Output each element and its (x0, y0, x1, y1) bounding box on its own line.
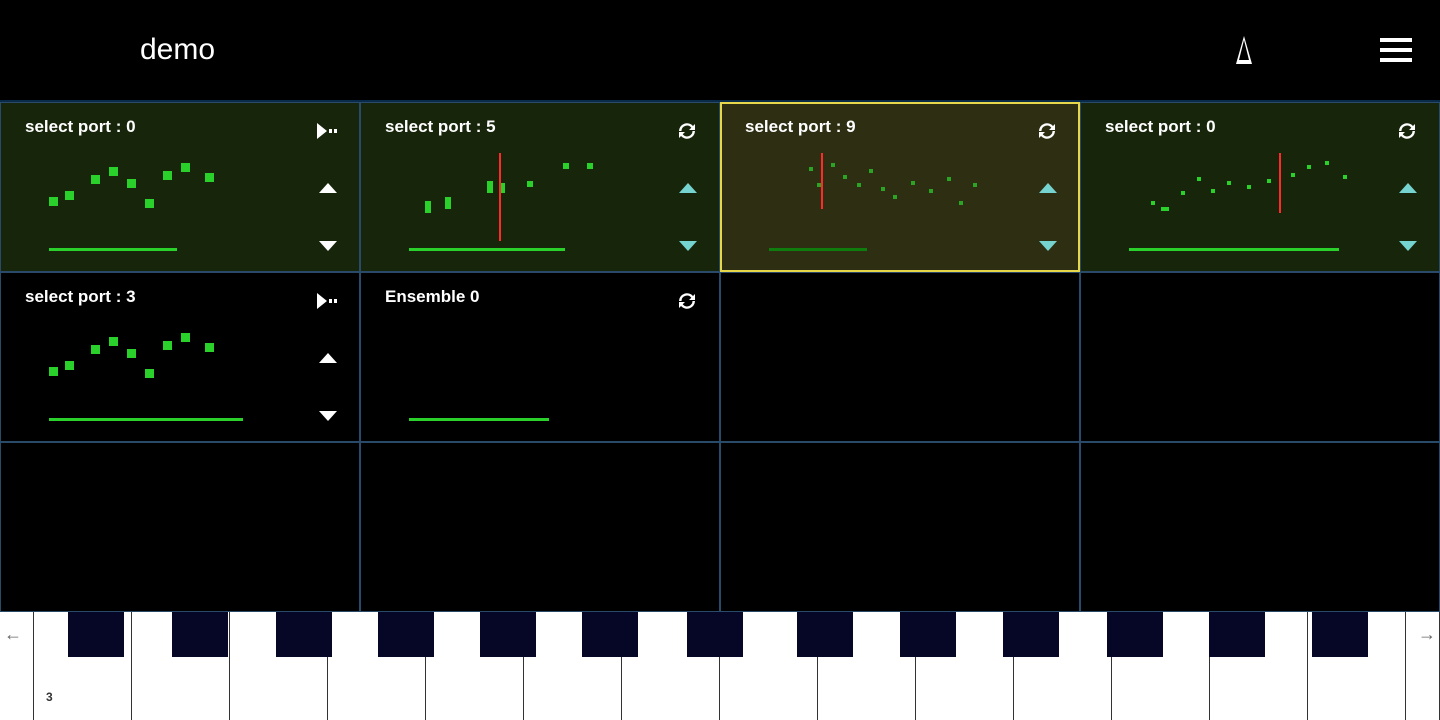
project-title[interactable]: demo (140, 33, 215, 67)
note-preview (401, 153, 659, 241)
track-cell-empty[interactable] (1080, 442, 1440, 612)
track-cell-empty[interactable] (720, 442, 1080, 612)
sync-icon[interactable] (675, 289, 699, 313)
track-label: select port : 0 (25, 117, 136, 137)
track-label: select port : 3 (25, 287, 136, 307)
track-cell-empty[interactable] (360, 442, 720, 612)
track-label: select port : 9 (745, 117, 856, 137)
playhead (1279, 153, 1281, 213)
note-preview (761, 153, 1019, 241)
transpose-down-button[interactable] (1399, 241, 1417, 251)
transpose-up-button[interactable] (319, 183, 337, 193)
progress-bar (769, 248, 867, 251)
progress-bar (49, 248, 177, 251)
black-keys[interactable] (0, 612, 1440, 657)
header-actions (1228, 34, 1412, 66)
play-pattern-icon[interactable] (315, 119, 339, 143)
play-pattern-icon[interactable] (315, 289, 339, 313)
progress-bar (49, 418, 243, 421)
transpose-down-button[interactable] (1039, 241, 1057, 251)
transpose-up-button[interactable] (319, 353, 337, 363)
sync-icon[interactable] (1035, 119, 1059, 143)
track-cell-4[interactable]: select port : 3 (0, 272, 360, 442)
note-preview (1121, 153, 1379, 241)
note-preview (41, 323, 299, 411)
track-label: select port : 5 (385, 117, 496, 137)
track-cell-5[interactable]: Ensemble 0 (360, 272, 720, 442)
track-cell-1[interactable]: select port : 5 (360, 102, 720, 272)
header: demo (0, 0, 1440, 102)
track-cell-empty[interactable] (1080, 272, 1440, 442)
track-label: Ensemble 0 (385, 287, 480, 307)
track-grid: select port : 0 select port : 5 (0, 102, 1440, 612)
playhead (499, 153, 501, 241)
sync-icon[interactable] (1395, 119, 1419, 143)
track-cell-3[interactable]: select port : 0 (1080, 102, 1440, 272)
transpose-up-button[interactable] (1399, 183, 1417, 193)
track-cell-0[interactable]: select port : 0 (0, 102, 360, 272)
piano-keyboard[interactable]: ← → 3 (0, 612, 1440, 720)
metronome-icon[interactable] (1228, 34, 1260, 66)
progress-bar (1129, 248, 1339, 251)
note-preview (41, 153, 299, 241)
transpose-down-button[interactable] (319, 241, 337, 251)
octave-label: 3 (46, 690, 53, 704)
transpose-down-button[interactable] (679, 241, 697, 251)
sync-icon[interactable] (675, 119, 699, 143)
transpose-up-button[interactable] (679, 183, 697, 193)
track-cell-empty[interactable] (720, 272, 1080, 442)
track-cell-empty[interactable] (0, 442, 360, 612)
progress-bar (409, 418, 549, 421)
progress-bar (409, 248, 565, 251)
transpose-up-button[interactable] (1039, 183, 1057, 193)
track-cell-2[interactable]: select port : 9 (720, 102, 1080, 272)
transpose-down-button[interactable] (319, 411, 337, 421)
track-label: select port : 0 (1105, 117, 1216, 137)
playhead (821, 153, 823, 209)
menu-icon[interactable] (1380, 38, 1412, 62)
